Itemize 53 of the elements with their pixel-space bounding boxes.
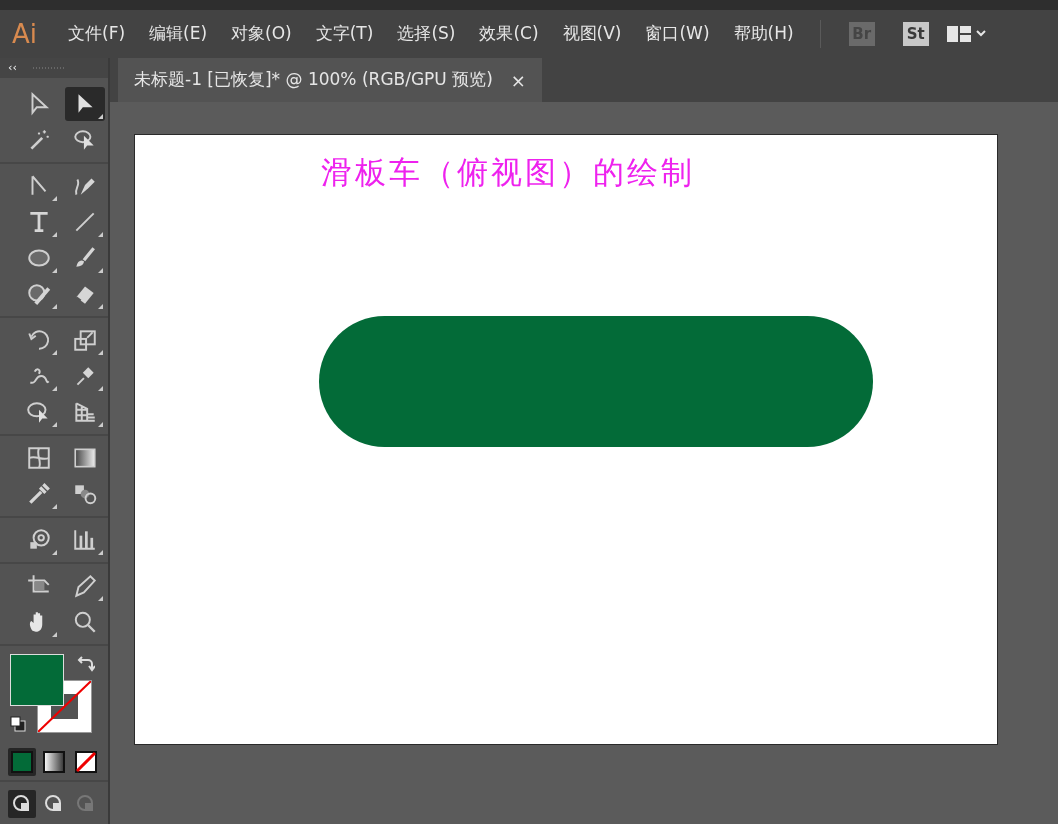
flyout-triangle-icon <box>52 232 57 237</box>
flyout-triangle-icon <box>98 596 103 601</box>
swap-arrows-icon[interactable] <box>77 654 95 672</box>
flyout-triangle-icon <box>98 550 103 555</box>
app-link-button[interactable]: St <box>902 22 929 46</box>
draw-mode-button[interactable] <box>8 790 36 818</box>
flyout-triangle-icon <box>98 350 103 355</box>
menu-item[interactable]: 编辑(E) <box>137 21 220 47</box>
workspace-layout-icon[interactable] <box>944 24 987 44</box>
eyedropper-icon <box>26 481 52 507</box>
gradient-mode-button[interactable] <box>40 748 68 776</box>
flyout-triangle-icon <box>98 232 103 237</box>
flyout-triangle-icon <box>98 386 103 391</box>
default-colors-icon[interactable] <box>10 716 26 732</box>
mesh-icon <box>26 445 52 471</box>
flyout-triangle-icon <box>52 268 57 273</box>
document-tab[interactable]: 未标题-1 [已恢复]* @ 100% (RGB/GPU 预览) × <box>118 58 542 102</box>
direct-selection-arrow-tool[interactable] <box>65 87 105 121</box>
menu-item[interactable]: 文件(F) <box>56 21 138 47</box>
color-mode-button[interactable] <box>8 748 36 776</box>
rotate-icon <box>26 327 52 353</box>
panel-grip-icon <box>32 66 65 70</box>
flyout-triangle-icon <box>52 550 57 555</box>
flyout-triangle-icon <box>52 504 57 509</box>
flyout-triangle-icon <box>98 268 103 273</box>
app-logo: Ai <box>11 17 38 51</box>
pencil-icon <box>72 573 98 599</box>
flyout-triangle-icon <box>52 196 57 201</box>
menu-item[interactable]: 视图(V) <box>550 21 634 47</box>
bar-graph-icon <box>72 527 98 553</box>
menu-item[interactable]: 效果(C) <box>467 21 551 47</box>
flyout-triangle-icon <box>52 632 57 637</box>
flyout-triangle-icon <box>52 350 57 355</box>
flyout-triangle-icon <box>98 114 103 119</box>
fill-swatch[interactable] <box>10 654 64 706</box>
menu-item[interactable]: 帮助(H) <box>721 21 806 47</box>
flyout-triangle-icon <box>52 304 57 309</box>
flyout-triangle-icon <box>52 422 57 427</box>
flyout-triangle-icon <box>98 422 103 427</box>
close-tab-button[interactable]: × <box>492 66 526 94</box>
flyout-triangle-icon <box>52 386 57 391</box>
flyout-triangle-icon <box>98 304 103 309</box>
shaper-icon <box>26 281 52 307</box>
menu-item[interactable]: 窗口(W) <box>633 21 722 47</box>
document-tab-title[interactable]: 未标题-1 [已恢复]* @ 100% (RGB/GPU 预览) <box>134 67 493 93</box>
menu-item[interactable]: 文字(T) <box>303 21 386 47</box>
menu-item[interactable]: 对象(O) <box>219 21 304 47</box>
menu-item[interactable]: 选择(S) <box>385 21 468 47</box>
scale-icon <box>72 327 98 353</box>
none-mode-button[interactable] <box>72 748 100 776</box>
collapse-panel-button[interactable]: ‹‹ <box>8 59 17 77</box>
artboard-title: 滑板车（俯视图）的绘制 <box>321 153 695 192</box>
zoom-search-icon <box>72 609 98 635</box>
